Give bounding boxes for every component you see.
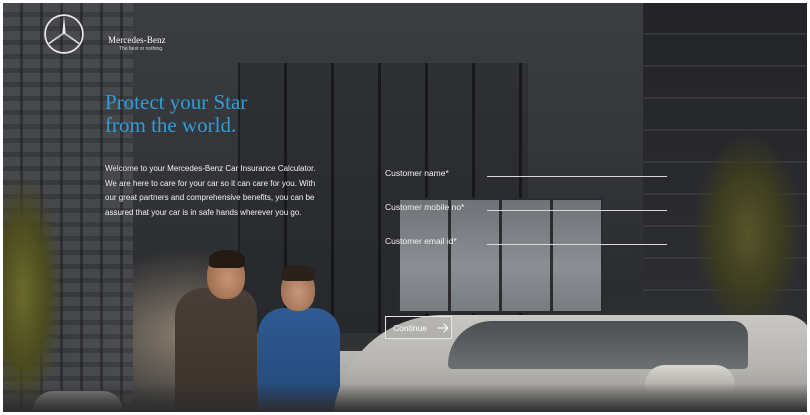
- insurance-form: Customer name* Customer mobile no* Custo…: [385, 163, 667, 265]
- background-ground: [3, 383, 807, 412]
- continue-label: Continue: [393, 322, 428, 333]
- person-left-hair: [209, 250, 245, 268]
- customer-name-input[interactable]: [487, 163, 667, 177]
- customer-email-input[interactable]: [487, 231, 667, 245]
- customer-email-field: Customer email id*: [385, 231, 667, 265]
- customer-mobile-input[interactable]: [487, 197, 667, 211]
- customer-mobile-label: Customer mobile no*: [385, 202, 465, 212]
- customer-email-label: Customer email id*: [385, 236, 457, 246]
- customer-name-field: Customer name*: [385, 163, 667, 197]
- intro-paragraph: Welcome to your Mercedes-Benz Car Insura…: [105, 164, 316, 217]
- continue-button[interactable]: Continue: [385, 316, 452, 339]
- page-frame: Mercedes-Benz The best or nothing. Prote…: [3, 3, 807, 412]
- brand-tagline: The best or nothing.: [119, 46, 164, 52]
- person-right-hair: [281, 265, 315, 281]
- mercedes-star-icon[interactable]: [43, 13, 85, 55]
- background-tree-left: [3, 153, 63, 412]
- customer-mobile-field: Customer mobile no*: [385, 197, 667, 231]
- background-tree-right: [693, 123, 807, 323]
- arrow-right-icon: [437, 322, 449, 333]
- page-headline: Protect your Star from the world.: [105, 90, 248, 137]
- customer-name-label: Customer name*: [385, 168, 449, 178]
- brand-name: Mercedes-Benz: [108, 35, 166, 45]
